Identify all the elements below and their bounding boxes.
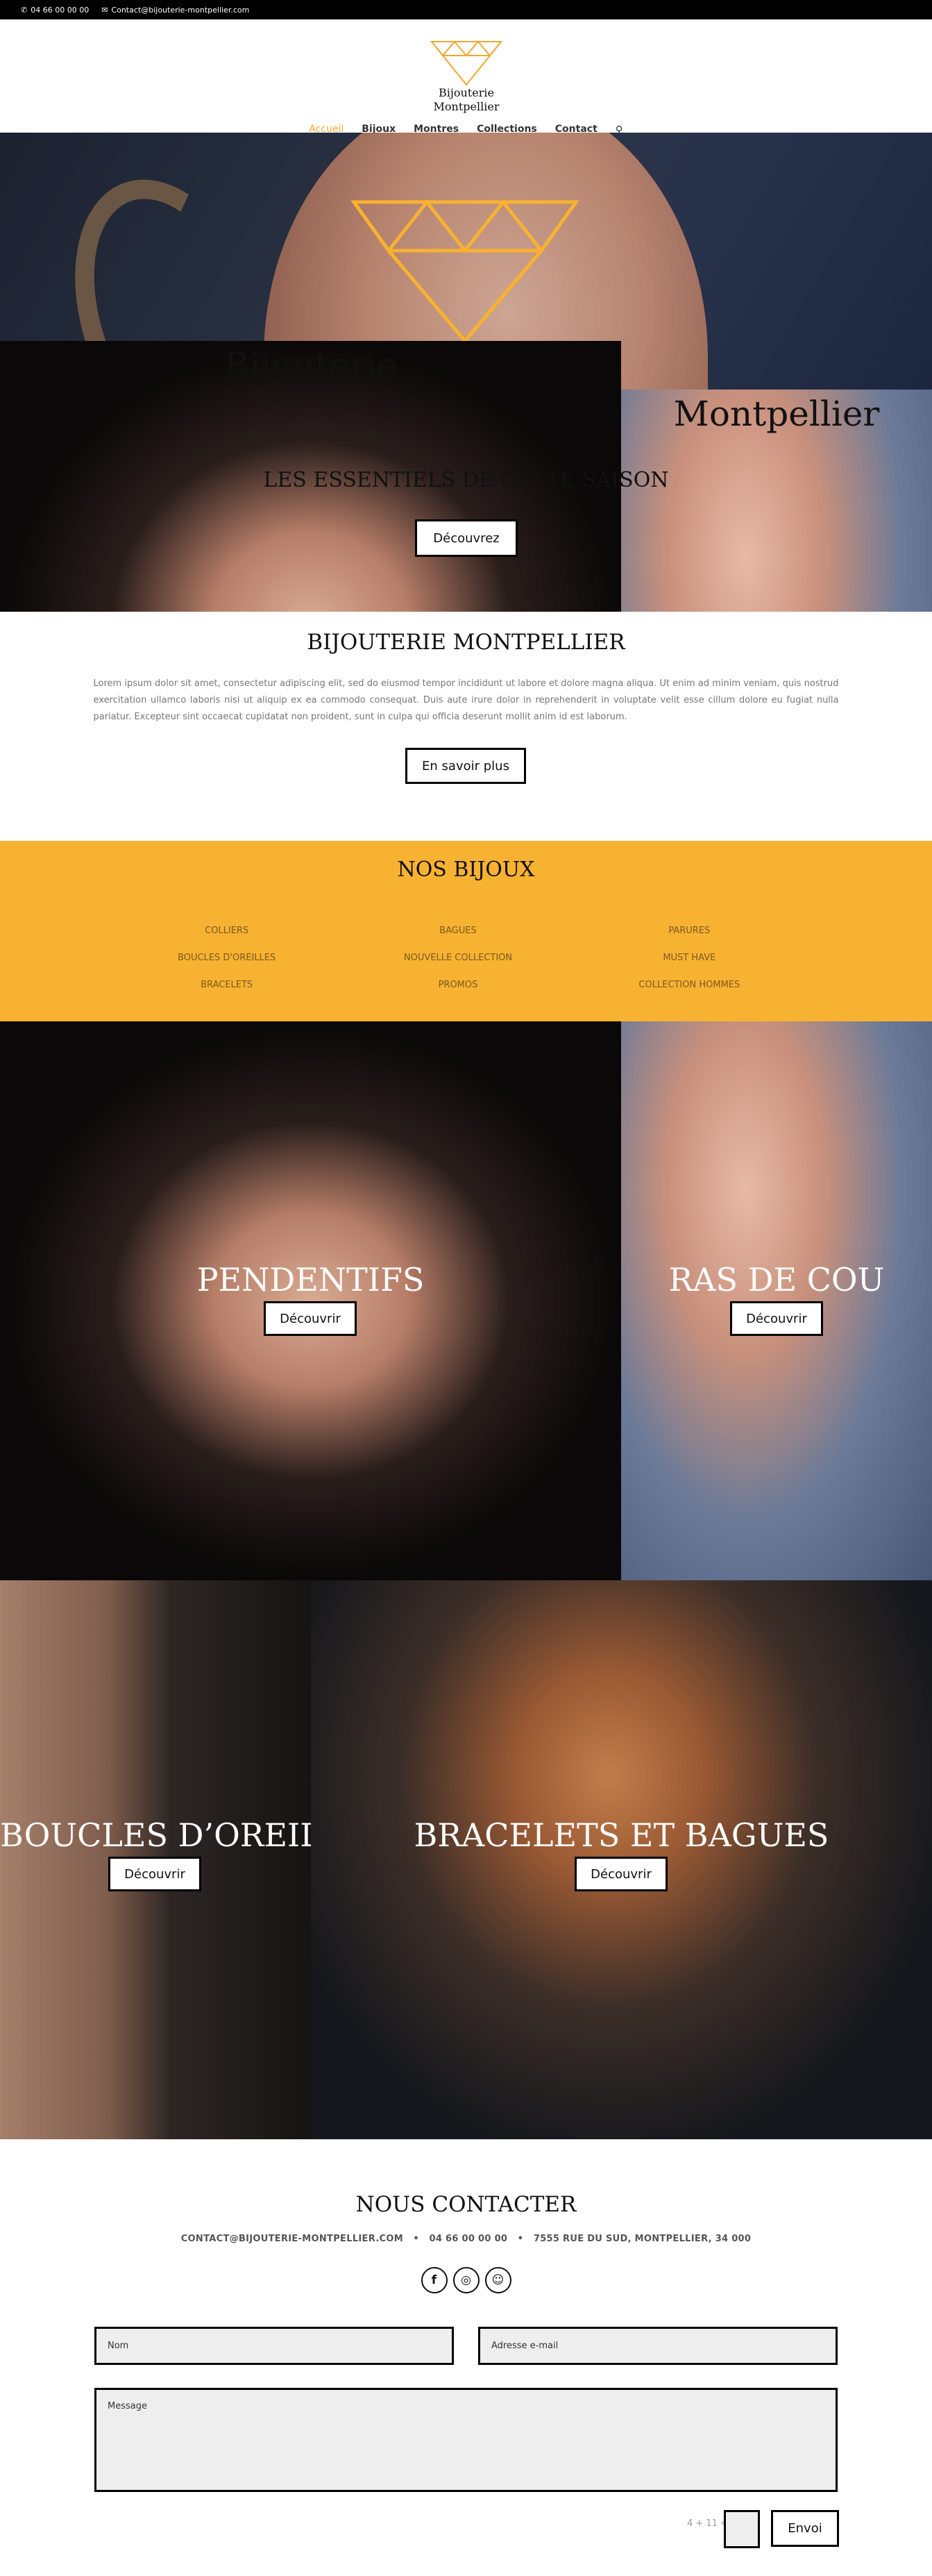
category-link[interactable]: BAGUES <box>342 926 573 936</box>
hero-title-line-2: Montpellier <box>621 390 932 612</box>
tile-boucles-oreilles: BOUCLES D’OREILLES Découvrir <box>0 1580 311 2139</box>
contact-section: NOUS CONTACTER CONTACT@BIJOUTERIE-MONTPE… <box>0 2139 932 2575</box>
snapchat-icon[interactable]: ☺ <box>484 2267 511 2293</box>
contact-info: CONTACT@BIJOUTERIE-MONTPELLIER.COM • 04 … <box>180 2234 752 2244</box>
tile-discover-button[interactable]: Découvrir <box>730 1301 823 1336</box>
category-link[interactable]: BOUCLES D'OREILLES <box>111 953 342 963</box>
top-bar: ✆ 04 66 00 00 00 ✉ Contact@bijouterie-mo… <box>0 0 932 19</box>
category-link[interactable]: PROMOS <box>342 980 573 990</box>
site-logo[interactable]: Bijouterie Montpellier <box>430 40 502 114</box>
captcha-question: 4 + 11 = <box>687 2518 728 2529</box>
diamond-logo-icon <box>430 40 502 86</box>
contact-title: NOUS CONTACTER <box>355 2192 577 2217</box>
tile-bracelets-bagues: BRACELETS ET BAGUES Découvrir <box>311 1580 932 2139</box>
email-item[interactable]: ✉ Contact@bijouterie-montpellier.com <box>101 6 249 15</box>
tile-label: RAS DE COU <box>668 1261 885 1298</box>
tile-label: BOUCLES D’OREILLES <box>0 1816 311 1854</box>
site-header: Bijouterie Montpellier Accueil Bijoux Mo… <box>0 19 932 136</box>
nos-bijoux-title: NOS BIJOUX <box>397 858 535 882</box>
tile-pendentifs: PENDENTIFS Découvrir <box>0 1021 621 1580</box>
tile-ras-de-cou: RAS DE COU Découvrir <box>621 1021 932 1580</box>
tile-label: PENDENTIFS <box>196 1261 425 1298</box>
category-link[interactable]: COLLECTION HOMMES <box>574 980 805 990</box>
logo-line-2: Montpellier <box>433 100 500 113</box>
name-field[interactable]: Nom <box>94 2327 454 2365</box>
email-field[interactable]: Adresse e-mail <box>478 2327 838 2365</box>
captcha-input[interactable] <box>724 2510 760 2548</box>
logo-line-1: Bijouterie <box>439 86 494 99</box>
tile-discover-button[interactable]: Découvrir <box>264 1301 357 1336</box>
category-link[interactable]: MUST HAVE <box>574 953 805 963</box>
about-section: BIJOUTERIE MONTPELLIER Lorem ipsum dolor… <box>0 612 932 841</box>
message-field[interactable]: Message <box>94 2388 838 2492</box>
social-links: f ◎ ☺ <box>0 2267 932 2293</box>
email-address: Contact@bijouterie-montpellier.com <box>111 5 250 15</box>
phone-item[interactable]: ✆ 04 66 00 00 00 <box>21 6 89 15</box>
category-link[interactable]: BRACELETS <box>111 980 342 990</box>
hero-diamond-icon <box>350 199 579 344</box>
facebook-icon[interactable]: f <box>421 2267 448 2293</box>
category-link[interactable]: PARURES <box>574 926 805 936</box>
send-button[interactable]: Envoi <box>771 2510 839 2547</box>
learn-more-button[interactable]: En savoir plus <box>405 748 526 784</box>
category-grid: COLLIERS BAGUES PARURES BOUCLES D'OREILL… <box>111 926 805 990</box>
phone-icon: ✆ <box>21 5 28 15</box>
category-link[interactable]: NOUVELLE COLLECTION <box>342 953 573 963</box>
envelope-icon: ✉ <box>101 5 108 15</box>
tile-discover-button[interactable]: Découvrir <box>108 1857 201 1891</box>
product-tiles: PENDENTIFS Découvrir RAS DE COU Découvri… <box>0 1021 932 2139</box>
instagram-icon[interactable]: ◎ <box>452 2267 480 2293</box>
phone-number: 04 66 00 00 00 <box>31 5 90 15</box>
category-link[interactable]: COLLIERS <box>111 926 342 936</box>
tile-label: BRACELETS ET BAGUES <box>414 1816 829 1854</box>
tile-discover-button[interactable]: Découvrir <box>575 1857 668 1891</box>
hero-discover-button[interactable]: Découvrez <box>415 519 518 557</box>
hero-subtitle: LES ESSENTIELS DE CETTE SAISON <box>263 468 669 492</box>
about-title: BIJOUTERIE MONTPELLIER <box>307 630 625 655</box>
nos-bijoux-section: NOS BIJOUX COLLIERS BAGUES PARURES BOUCL… <box>0 841 932 1021</box>
hero-section: Bijouterie Montpellier LES ESSENTIELS DE… <box>0 133 932 612</box>
about-text: Lorem ipsum dolor sit amet, consectetur … <box>93 678 839 722</box>
